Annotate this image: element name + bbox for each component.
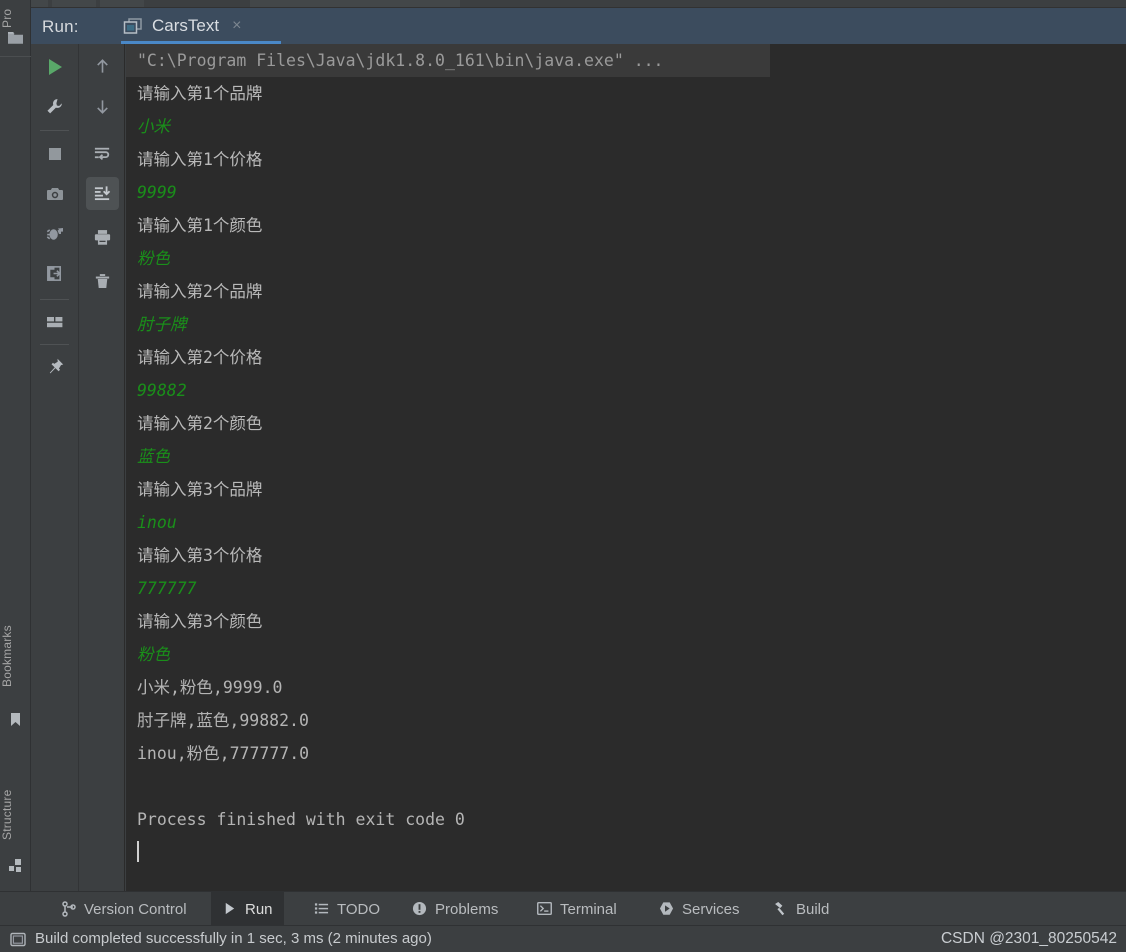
tab-carstext[interactable]: CarsText × <box>115 8 249 44</box>
console-line: 小米 <box>137 117 170 136</box>
exclamation-circle-icon <box>412 901 428 917</box>
play-hex-icon <box>659 901 675 917</box>
editor-tab-strip <box>0 0 1126 8</box>
play-triangle-icon <box>222 901 238 917</box>
login-arrow-icon[interactable] <box>38 257 71 290</box>
status-bar: Build completed successfully in 1 sec, 3… <box>0 925 1126 952</box>
console-line: 请输入第1个颜色 <box>137 216 263 235</box>
bottom-tab-label: TODO <box>337 900 381 918</box>
console-line: 粉色 <box>137 249 170 268</box>
console-line: 请输入第2个颜色 <box>137 414 263 433</box>
hammer-icon <box>773 901 789 917</box>
intellij-run-tool-window: Pro Bookmarks Structure Run: CarsText × … <box>0 0 1126 952</box>
build-status-icon <box>10 932 26 947</box>
printer-icon[interactable] <box>86 221 119 254</box>
layout-icon[interactable] <box>38 305 71 338</box>
run-tool-window-header: Run: CarsText × <box>31 8 1126 44</box>
bottom-tab-label: Services <box>682 900 740 918</box>
run-configuration-icon <box>123 17 143 35</box>
tab-label: CarsText <box>152 16 220 35</box>
run-toolbar-primary <box>31 44 78 891</box>
pin-icon[interactable] <box>38 350 71 383</box>
terminal-icon <box>537 901 553 917</box>
scroll-to-end-icon[interactable] <box>86 177 119 210</box>
console-output[interactable]: "C:\Program Files\Java\jdk1.8.0_161\bin\… <box>126 44 1126 891</box>
console-line: inou <box>137 513 177 532</box>
list-icon <box>314 901 330 917</box>
trash-icon[interactable] <box>86 265 119 298</box>
run-toolbar-secondary <box>78 44 125 891</box>
bottom-tab-label: Terminal <box>560 900 617 918</box>
console-line: 请输入第2个价格 <box>137 348 263 367</box>
console-line: 777777 <box>137 579 197 598</box>
bottom-tab-label: Build <box>796 900 830 918</box>
structure-icon[interactable] <box>7 858 24 873</box>
bottom-tab-services[interactable]: Services <box>648 892 751 926</box>
console-line: 请输入第1个品牌 <box>137 84 263 103</box>
console-line: inou,粉色,777777.0 <box>137 744 310 763</box>
camera-icon[interactable] <box>38 177 71 210</box>
sidebar-item-structure[interactable]: Structure <box>0 770 31 860</box>
bottom-tab-label: Version Control <box>84 900 187 918</box>
console-line: 小米,粉色,9999.0 <box>137 678 283 697</box>
sidebar-item-bookmarks[interactable]: Bookmarks <box>0 604 31 708</box>
bottom-tab-todo[interactable]: TODO <box>303 892 391 926</box>
console-caret <box>137 841 139 862</box>
bottom-tab-label: Run <box>245 900 273 918</box>
console-line: 肘子牌,蓝色,99882.0 <box>137 711 309 730</box>
console-line <box>126 836 1126 869</box>
console-line: Process finished with exit code 0 <box>137 810 465 829</box>
project-folder-icon[interactable] <box>7 30 24 45</box>
arrow-down-icon[interactable] <box>86 90 119 123</box>
bottom-tab-label: Problems <box>435 900 499 918</box>
edit-configuration-button[interactable] <box>38 90 71 123</box>
console-line: 请输入第3个颜色 <box>137 612 263 631</box>
console-line: 请输入第3个品牌 <box>137 480 263 499</box>
run-header-label: Run: <box>42 17 79 36</box>
console-line: 99882 <box>137 381 187 400</box>
branch-icon <box>61 901 77 917</box>
bottom-tab-build[interactable]: Build <box>762 892 840 926</box>
bottom-tab-terminal[interactable]: Terminal <box>526 892 628 926</box>
bottom-tab-version-control[interactable]: Version Control <box>50 892 198 926</box>
status-message: Build completed successfully in 1 sec, 3… <box>35 930 432 947</box>
rerun-button[interactable] <box>38 50 71 83</box>
console-line: 请输入第1个价格 <box>137 150 263 169</box>
console-line: 请输入第3个价格 <box>137 546 263 565</box>
left-tool-rail: Pro Bookmarks Structure <box>0 0 31 952</box>
watermark-label: CSDN @2301_80250542 <box>940 930 1117 947</box>
console-line: 蓝色 <box>137 447 170 466</box>
console-line: "C:\Program Files\Java\jdk1.8.0_161\bin\… <box>126 44 770 77</box>
console-line: 肘子牌 <box>137 315 187 334</box>
bottom-tab-problems[interactable]: Problems <box>401 892 509 926</box>
soft-wrap-icon[interactable] <box>86 137 119 170</box>
console-line: 请输入第2个品牌 <box>137 282 263 301</box>
console-line: 9999 <box>137 183 177 202</box>
bookmark-icon[interactable] <box>7 712 24 727</box>
arrow-up-icon[interactable] <box>86 50 119 83</box>
console-line: 粉色 <box>137 645 170 664</box>
stop-button[interactable] <box>38 137 71 170</box>
close-icon[interactable]: × <box>232 17 241 35</box>
bottom-tab-run[interactable]: Run <box>211 892 284 926</box>
tool-window-tab-bar: Version Control Run TODO Problems Terminal Se… <box>0 891 1126 926</box>
bug-icon[interactable] <box>38 217 71 250</box>
